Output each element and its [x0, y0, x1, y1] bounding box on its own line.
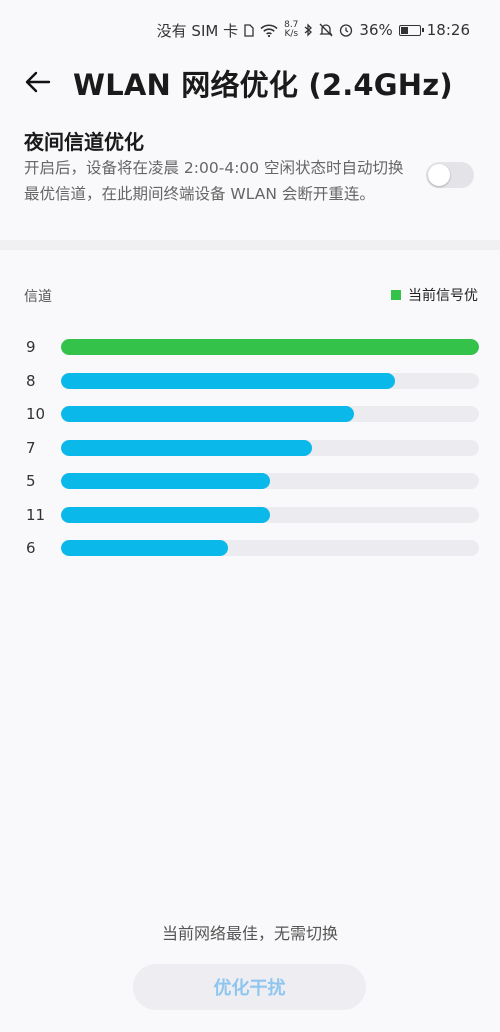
optimize-interference-button[interactable]: 优化干扰	[133, 964, 366, 1010]
channel-row-5: 5	[0, 466, 500, 496]
channel-label: 8	[26, 371, 36, 390]
channel-row-9: 9	[0, 332, 500, 362]
channel-bar-5	[61, 473, 270, 489]
channel-label: 5	[26, 472, 36, 490]
channel-row-6: 6	[0, 533, 500, 563]
legend-swatch	[391, 290, 401, 300]
channel-row-7: 7	[0, 433, 500, 463]
chart-legend: 当前信号优	[391, 285, 478, 305]
channel-label: 9	[26, 338, 36, 356]
battery-icon	[398, 24, 424, 36]
bar-track	[61, 339, 479, 355]
chart-axis-label: 信道	[24, 289, 52, 305]
legend-label: 当前信号优	[408, 288, 478, 304]
channel-label: 11	[26, 505, 46, 524]
bar-track	[61, 406, 479, 422]
channel-row-11: 11	[0, 500, 500, 530]
bar-track	[61, 473, 479, 489]
channel-bar-7	[61, 439, 312, 456]
channel-label: 6	[26, 539, 36, 557]
bar-track	[61, 372, 479, 389]
mute-bell-icon	[319, 23, 333, 37]
clock: 18:26	[426, 21, 470, 39]
night-optimization-title: 夜间信道优化	[24, 130, 144, 154]
page-title: WLAN 网络优化 (2.4GHz)	[73, 68, 453, 102]
channel-bar-11	[61, 506, 270, 523]
arrow-left-icon[interactable]	[24, 68, 52, 96]
wifi-icon	[260, 24, 278, 37]
toggle-knob	[428, 164, 450, 186]
bluetooth-icon	[304, 23, 313, 37]
carrier-text: 没有 SIM 卡	[156, 21, 239, 40]
bar-track	[61, 506, 479, 523]
channel-bar-10	[61, 406, 354, 422]
section-divider	[0, 240, 500, 250]
network-status-text: 当前网络最佳，无需切换	[161, 924, 338, 943]
status-bar: 没有 SIM 卡 8.7 K/s 36% 18:26	[0, 0, 500, 60]
bar-track	[61, 540, 479, 556]
night-optimization-description: 开启后，设备将在凌晨 2:00-4:00 空闲状态时自动切换最优信道，在此期间终…	[24, 159, 404, 203]
channel-bar-8	[61, 372, 396, 389]
bar-track	[61, 439, 479, 456]
night-optimization-toggle[interactable]	[426, 162, 474, 188]
net-speed-unit: K/s	[284, 29, 299, 39]
battery-percent: 36%	[359, 21, 393, 39]
channel-label: 7	[26, 438, 36, 457]
app-header: WLAN 网络优化 (2.4GHz)	[0, 60, 500, 104]
channel-bar-9	[61, 339, 479, 355]
channel-row-8: 8	[0, 366, 500, 396]
sim-card-icon	[244, 23, 254, 37]
channel-signal-chart: 9 8 10 7 5 11 6	[0, 332, 500, 572]
channel-label: 10	[26, 405, 46, 423]
channel-row-10: 10	[0, 399, 500, 429]
channel-bar-6	[61, 540, 229, 556]
net-speed: 8.7 K/s	[284, 21, 298, 39]
alarm-icon	[339, 23, 353, 37]
